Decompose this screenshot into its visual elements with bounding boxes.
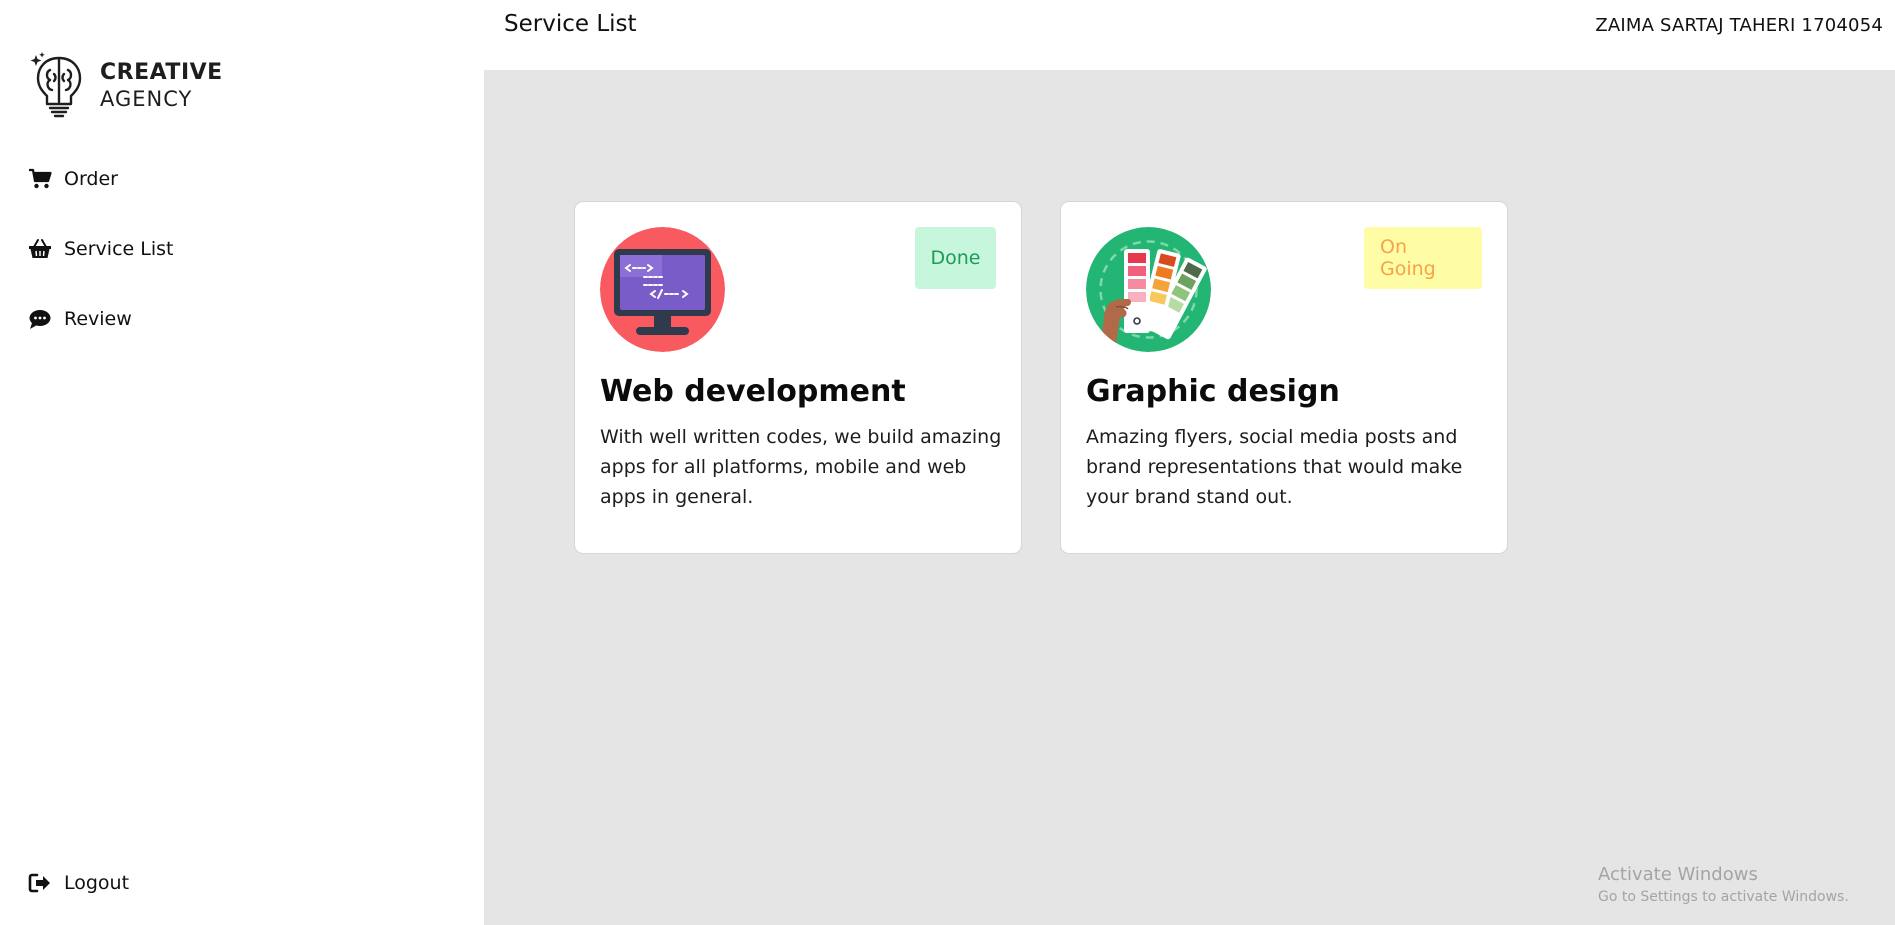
page-title: Service List — [504, 11, 637, 37]
monitor-code-icon — [600, 227, 725, 352]
cart-icon — [29, 168, 52, 189]
basket-icon — [29, 239, 51, 258]
service-description: With well written codes, we build amazin… — [600, 426, 1002, 508]
color-palette-icon — [1086, 227, 1211, 352]
logout-button[interactable]: Logout — [28, 872, 129, 894]
service-card-web-development[interactable]: Done Web development With well written c… — [574, 201, 1022, 554]
sign-out-icon — [28, 873, 50, 893]
service-title: Graphic design — [1086, 374, 1340, 409]
brand-line1: CREATIVE — [100, 60, 223, 85]
sidebar-item-label: Service List — [64, 238, 174, 260]
sidebar-item-label: Order — [64, 168, 118, 190]
status-badge: On Going — [1364, 227, 1482, 289]
brand-name: CREATIVE AGENCY — [100, 62, 223, 110]
brand-logo[interactable]: CREATIVE AGENCY — [30, 52, 223, 120]
windows-activation-watermark: Activate Windows Go to Settings to activ… — [1598, 864, 1849, 905]
service-card-graphic-design[interactable]: On Going Graphic design Amazing flyers, … — [1060, 201, 1508, 554]
comment-icon — [29, 310, 51, 329]
brain-bulb-icon — [30, 52, 82, 118]
sidebar-item-order[interactable]: Order — [28, 168, 118, 190]
sidebar-item-label: Review — [64, 308, 132, 330]
user-name: ZAIMA SARTAJ TAHERI 1704054 — [1595, 15, 1883, 36]
service-description: Amazing flyers, social media posts and b… — [1086, 426, 1463, 508]
brand-line2: AGENCY — [100, 87, 193, 111]
watermark-subtitle: Go to Settings to activate Windows. — [1598, 889, 1849, 905]
service-icon — [600, 227, 725, 352]
sidebar: CREATIVE AGENCY Order Service List Revie… — [0, 0, 484, 925]
status-badge: Done — [915, 227, 996, 289]
sidebar-item-review[interactable]: Review — [28, 308, 132, 330]
service-icon — [1086, 227, 1211, 352]
main-content: Done Web development With well written c… — [484, 70, 1895, 925]
top-bar: Service List ZAIMA SARTAJ TAHERI 1704054 — [484, 0, 1895, 70]
logout-label: Logout — [64, 872, 130, 894]
watermark-title: Activate Windows — [1598, 864, 1758, 885]
service-title: Web development — [600, 374, 906, 409]
sidebar-item-service-list[interactable]: Service List — [28, 238, 173, 260]
